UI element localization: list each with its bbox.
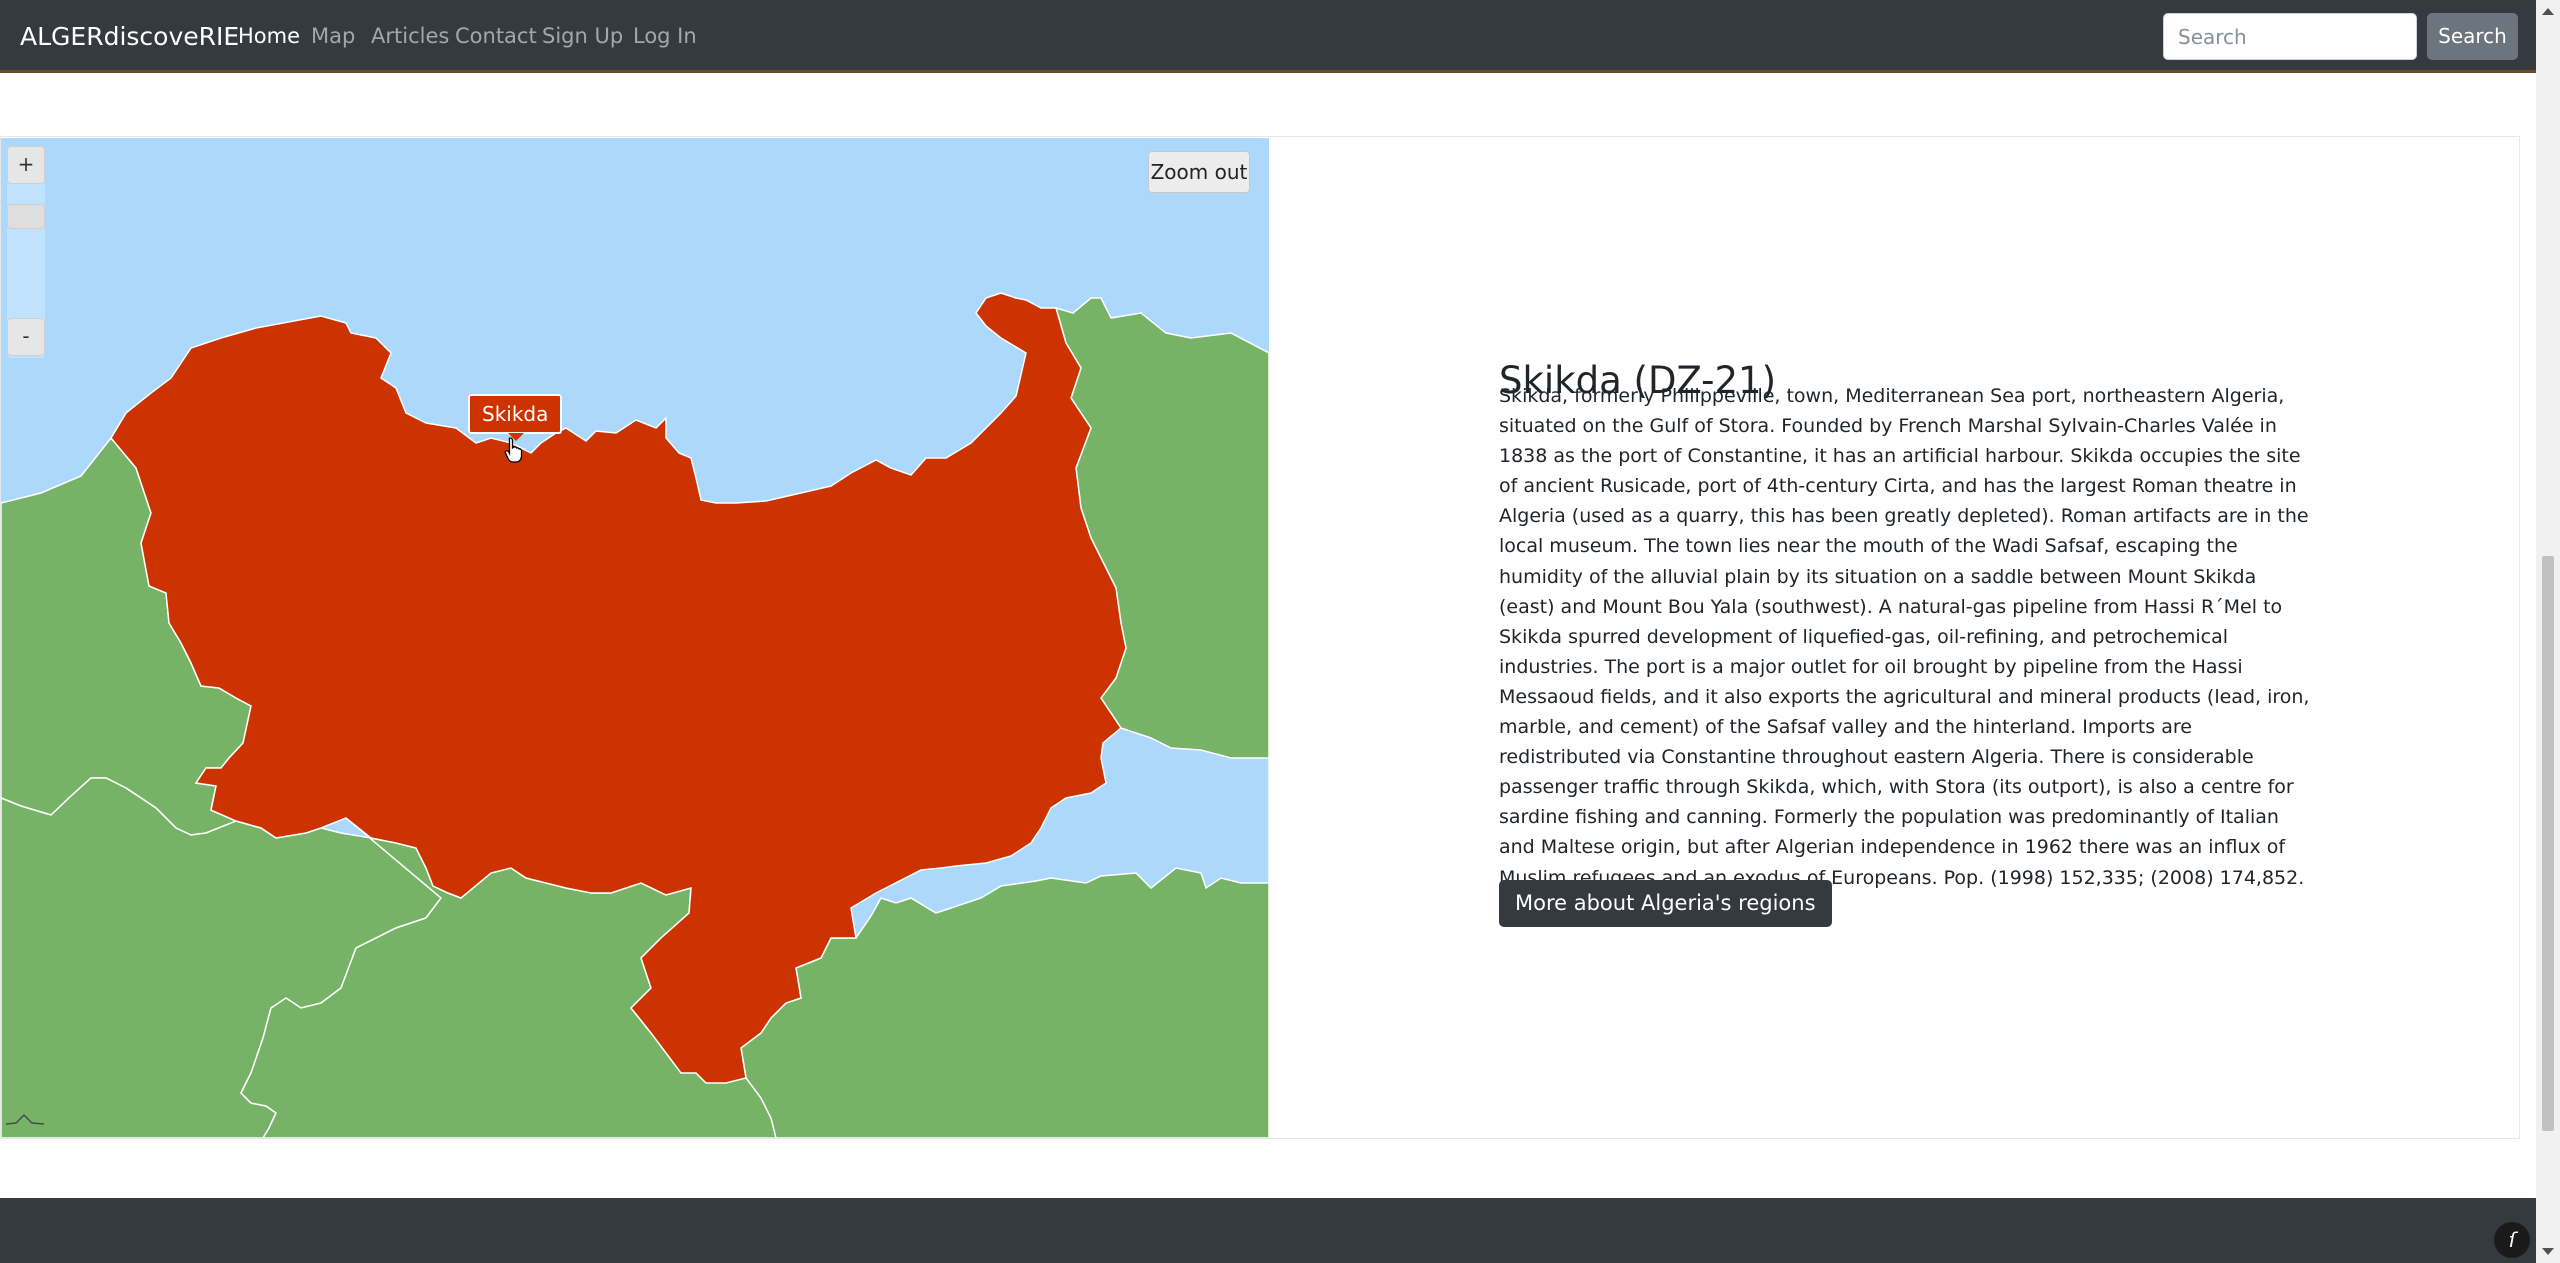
zoom-out-button[interactable]: Zoom out — [1148, 151, 1250, 193]
brand-logo-text[interactable]: ALGERdiscoveRIE — [20, 22, 239, 51]
zoom-slider-handle[interactable] — [7, 204, 45, 229]
map-region-label: Skikda — [468, 394, 563, 434]
scroll-down-arrow-icon[interactable] — [2542, 1248, 2554, 1255]
nav-link-sign-up[interactable]: Sign Up — [542, 24, 623, 48]
zoom-in-button[interactable]: + — [7, 146, 45, 184]
nav-link-home[interactable]: Home — [238, 24, 300, 48]
search-input[interactable] — [2163, 13, 2417, 60]
nav-link-contact[interactable]: Contact — [455, 24, 537, 48]
scroll-up-arrow-icon[interactable] — [2542, 8, 2554, 15]
nav-link-articles[interactable]: Articles — [371, 24, 449, 48]
zoom-out-small-button[interactable]: - — [7, 318, 45, 356]
region-description: Skikda, formerly Philippeville, town, Me… — [1499, 385, 2310, 889]
nav-link-log-in[interactable]: Log In — [633, 24, 697, 48]
top-navbar: ALGERdiscoveRIE Home Map Articles Contac… — [0, 0, 2536, 73]
footer — [0, 1198, 2536, 1263]
map-svg — [1, 138, 1269, 1138]
symfony-toolbar-icon[interactable]: ſ — [2494, 1222, 2530, 1258]
scrollbar-thumb[interactable] — [2542, 556, 2554, 1131]
region-map[interactable] — [1, 138, 1269, 1138]
more-about-regions-button[interactable]: More about Algeria's regions — [1499, 880, 1832, 927]
search-button[interactable]: Search — [2427, 13, 2518, 60]
map-credit-icon — [6, 1113, 45, 1125]
hand-cursor-icon — [504, 437, 523, 463]
nav-link-map[interactable]: Map — [311, 24, 355, 48]
